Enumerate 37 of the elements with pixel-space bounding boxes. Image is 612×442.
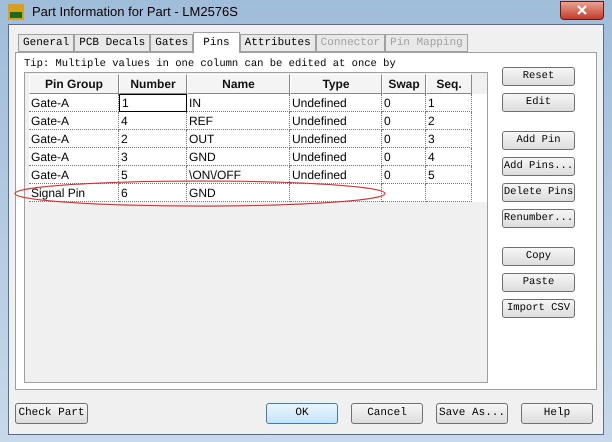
table-cell[interactable] xyxy=(426,184,472,202)
dialog-button[interactable]: Save As... xyxy=(436,402,508,424)
side-button[interactable]: Copy xyxy=(502,247,575,266)
side-button[interactable]: Add Pins... xyxy=(502,157,575,176)
dialog-button[interactable]: Cancel xyxy=(351,402,423,424)
side-button[interactable]: Edit xyxy=(502,93,575,112)
tab[interactable]: PCB Decals xyxy=(74,34,150,52)
tab[interactable]: Attributes xyxy=(240,34,316,52)
dialog-button[interactable]: Help xyxy=(521,402,593,424)
side-button[interactable]: Import CSV xyxy=(502,299,575,318)
side-button[interactable]: Delete Pins xyxy=(502,183,575,202)
column-header[interactable]: Name xyxy=(187,74,290,94)
tip-text: Tip: Multiple values in one column can be edited at once by xyxy=(24,57,397,72)
table-cell[interactable]: GND xyxy=(187,184,290,202)
table-cell[interactable] xyxy=(290,184,382,202)
table-cell[interactable]: Signal Pin xyxy=(29,184,119,202)
side-button[interactable]: Add Pin xyxy=(502,131,575,150)
tab[interactable]: General xyxy=(18,34,74,52)
table-cell[interactable] xyxy=(382,184,426,202)
column-header[interactable]: Swap xyxy=(382,74,426,94)
dialog-button[interactable]: OK xyxy=(266,402,338,424)
tab[interactable]: Pins xyxy=(193,32,240,53)
tab[interactable]: Gates xyxy=(150,34,194,52)
check-part-button[interactable]: Check Part xyxy=(15,402,88,424)
table-cell[interactable]: 6 xyxy=(119,184,187,202)
table-cell[interactable]: 1 xyxy=(119,94,187,112)
close-icon xyxy=(577,5,587,15)
side-button[interactable]: Renumber... xyxy=(502,209,575,228)
close-button[interactable] xyxy=(560,0,604,20)
side-button[interactable]: Paste xyxy=(502,273,575,292)
column-header[interactable]: Seq. xyxy=(426,74,472,94)
column-header[interactable]: Number xyxy=(119,74,187,94)
column-header[interactable]: Pin Group xyxy=(29,74,119,94)
side-button[interactable]: Reset xyxy=(502,67,575,86)
column-header[interactable]: Type xyxy=(290,74,382,94)
app-icon xyxy=(8,4,24,20)
window-title: Part Information for Part - LM2576S xyxy=(32,3,238,22)
